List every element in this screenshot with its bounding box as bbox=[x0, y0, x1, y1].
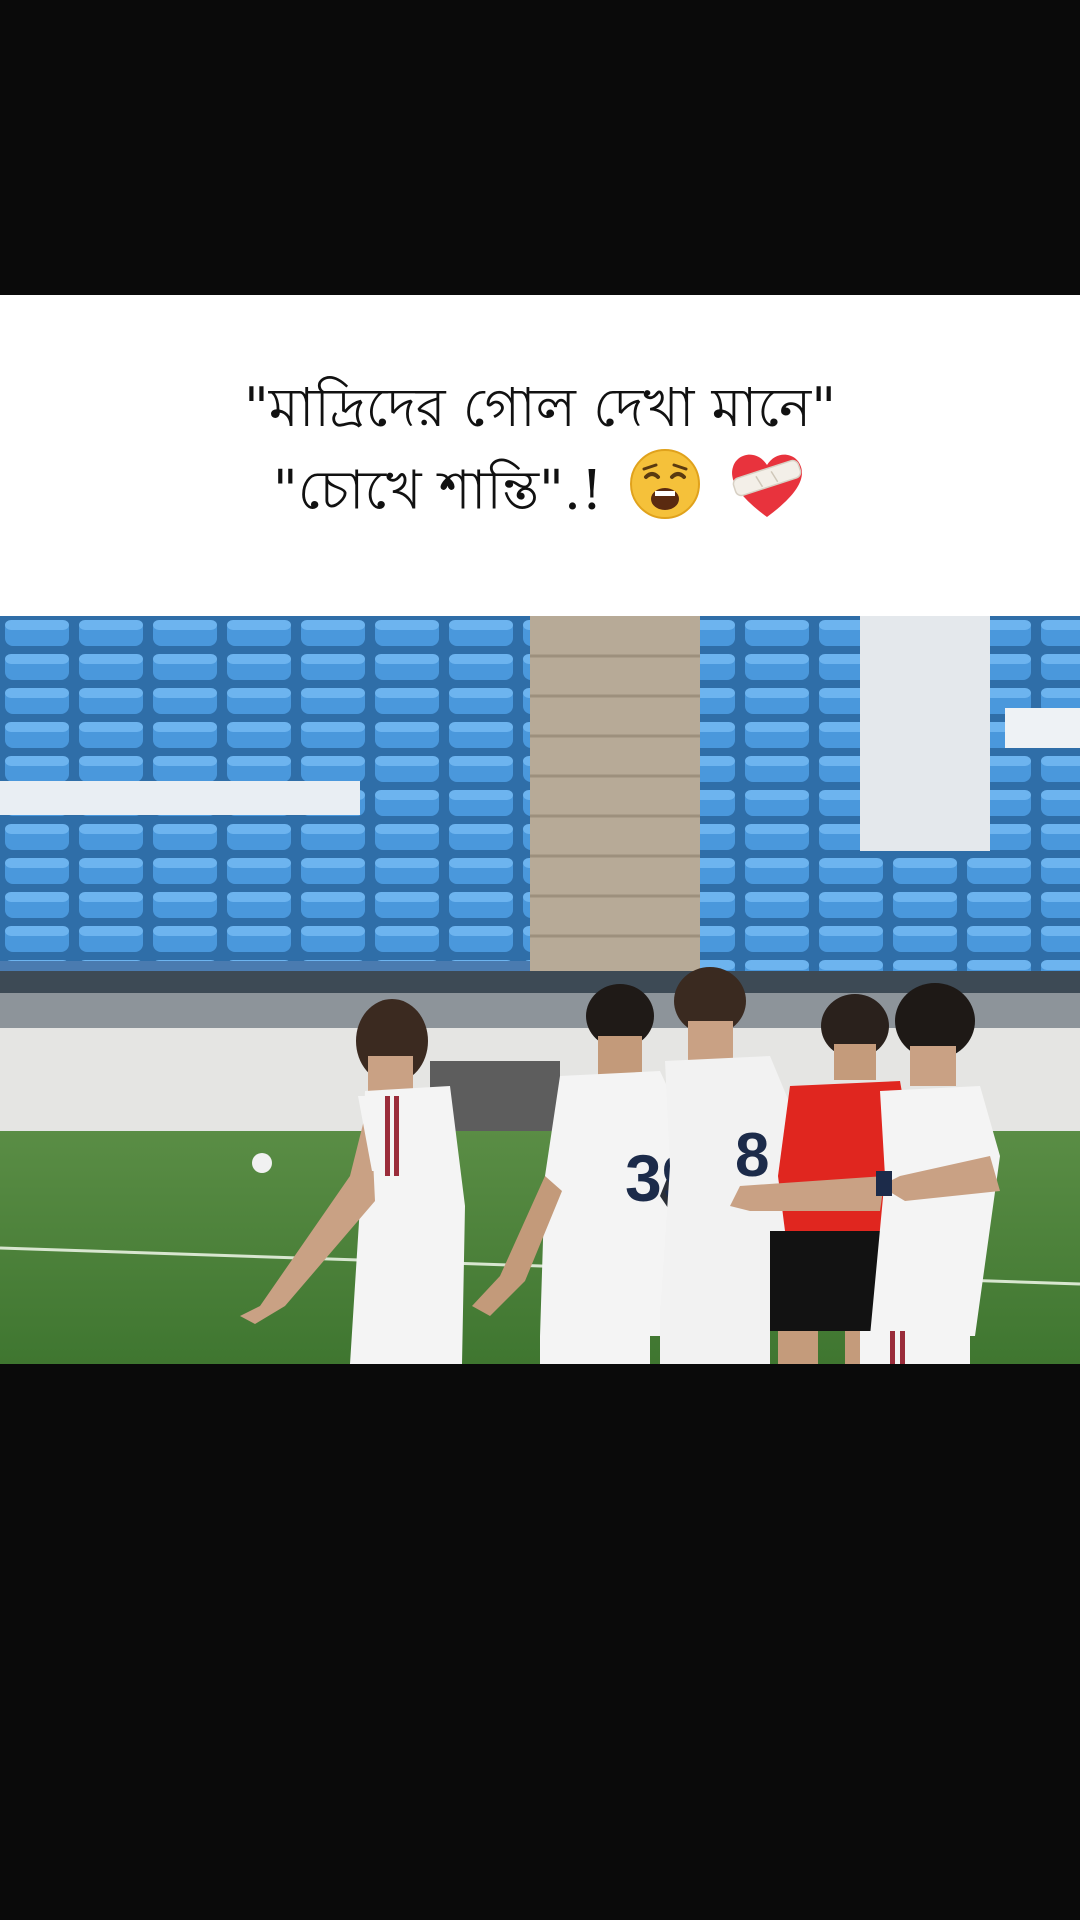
caption-line-1: "মাদ্রিদের গোল দেখা মানে" bbox=[243, 376, 837, 439]
mending-heart-icon bbox=[727, 447, 807, 542]
jersey-number-8: 8 bbox=[735, 1121, 769, 1190]
top-letterbox bbox=[0, 0, 1080, 295]
video-frame-image: 39 8 bbox=[0, 616, 1080, 1364]
caption-panel: "মাদ্রিদের গোল দেখা মানে" "চোখে শান্তি".… bbox=[0, 295, 1080, 616]
caption-line-2-text: "চোখে শান্তি".! bbox=[272, 458, 603, 522]
weary-face-icon bbox=[628, 447, 702, 542]
video-player[interactable]: 39 8 bbox=[0, 616, 1080, 1364]
bottom-letterbox bbox=[0, 1364, 1080, 1920]
caption-line-2: "চোখে শান্তি".! bbox=[273, 447, 807, 542]
